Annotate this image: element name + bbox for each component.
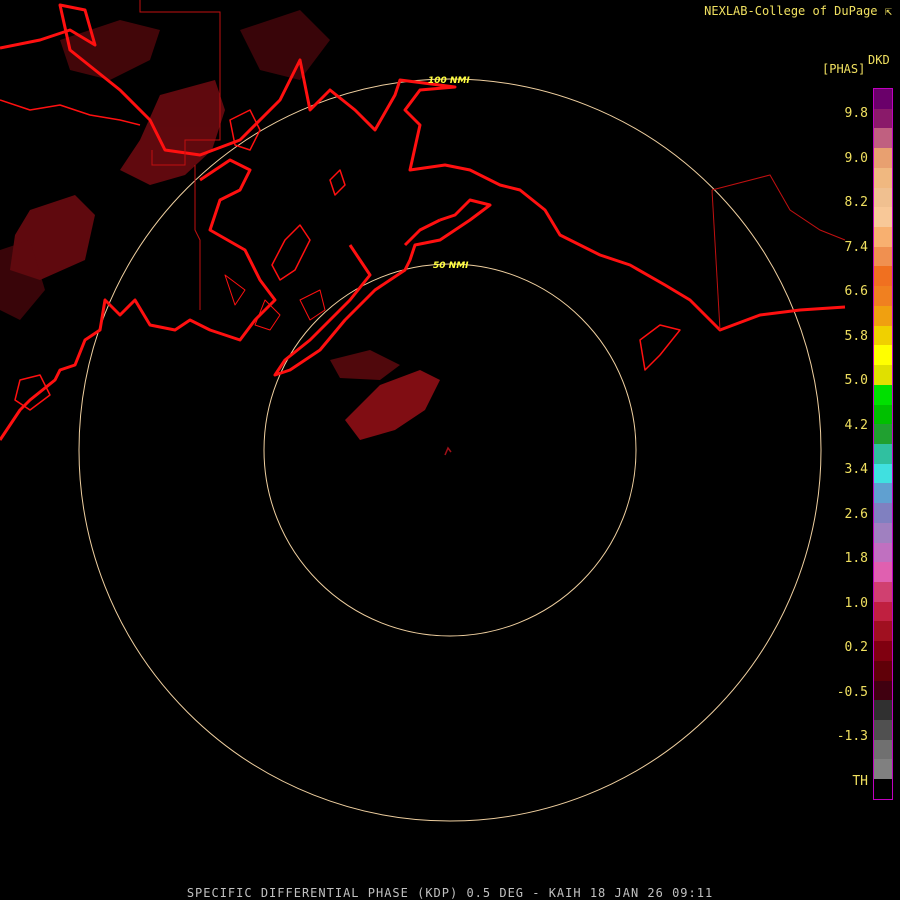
legend-swatch bbox=[874, 305, 892, 326]
legend-swatch bbox=[874, 443, 892, 464]
legend-tick-label: 5.8 bbox=[844, 328, 868, 344]
legend-swatch bbox=[874, 562, 892, 582]
credit-label: NEXLAB-College of DuPage ⇱ bbox=[704, 4, 892, 18]
legend-tick-label: 7.4 bbox=[844, 239, 868, 255]
legend-tick-label: 9.0 bbox=[844, 150, 868, 166]
echo-speckle bbox=[330, 350, 440, 440]
legend-swatch bbox=[874, 522, 892, 543]
legend-tick-label: 1.8 bbox=[844, 551, 868, 566]
legend-swatch bbox=[874, 187, 892, 208]
legend-swatch bbox=[874, 89, 892, 109]
legend-swatch bbox=[874, 384, 892, 405]
product-caption: SPECIFIC DIFFERENTIAL PHASE (KDP) 0.5 DE… bbox=[186, 886, 714, 900]
legend-swatch bbox=[874, 581, 892, 602]
legend-tick-label: 1.0 bbox=[844, 595, 868, 611]
range-ring-label-100: 100 NMI bbox=[428, 76, 470, 86]
product-code-label: DKD bbox=[868, 53, 890, 67]
legend-tick-label: 0.2 bbox=[844, 640, 868, 655]
legend-tick-label: -1.3 bbox=[836, 729, 868, 744]
legend-tick-label: -0.5 bbox=[836, 684, 868, 700]
credit-text: NEXLAB-College of DuPage bbox=[704, 4, 878, 18]
legend-swatch bbox=[874, 542, 892, 563]
radar-map: 100 NMI 50 NMI bbox=[0, 0, 846, 822]
legend-tick-label: 5.0 bbox=[844, 373, 868, 388]
legend-swatch bbox=[874, 266, 892, 287]
legend-swatch bbox=[874, 503, 892, 523]
legend-swatch bbox=[874, 700, 892, 720]
legend-swatch bbox=[874, 365, 892, 385]
legend-swatch bbox=[874, 680, 892, 701]
legend-swatch bbox=[874, 463, 892, 484]
legend-swatch bbox=[874, 621, 892, 642]
legend-swatch bbox=[874, 404, 892, 425]
legend-swatch bbox=[874, 720, 892, 740]
legend-swatch bbox=[874, 660, 892, 681]
legend-swatch bbox=[874, 759, 892, 780]
legend-swatch bbox=[874, 601, 892, 622]
legend-tick-label: 6.6 bbox=[844, 284, 868, 299]
legend-swatch bbox=[874, 108, 892, 129]
legend-tick-label: 8.2 bbox=[844, 195, 868, 210]
legend-swatch bbox=[874, 641, 892, 661]
radar-site-marker bbox=[444, 446, 452, 456]
legend-tick-label: 2.6 bbox=[844, 506, 868, 522]
legend-swatch bbox=[874, 128, 892, 149]
legend-swatch bbox=[874, 779, 892, 799]
legend-swatch bbox=[874, 345, 892, 366]
legend-swatch bbox=[874, 167, 892, 188]
legend-swatch bbox=[874, 424, 892, 444]
legend-swatch bbox=[874, 483, 892, 504]
legend-tick-label: 9.8 bbox=[844, 106, 868, 121]
corner-arrow-icon: ⇱ bbox=[884, 4, 892, 18]
legend-swatch bbox=[874, 286, 892, 306]
legend-swatch bbox=[874, 739, 892, 760]
unit-label: [PHAS] bbox=[822, 62, 866, 76]
legend-swatch bbox=[874, 207, 892, 228]
boundary-lines bbox=[139, 0, 846, 331]
legend-tick-label: TH bbox=[852, 773, 868, 789]
legend-tick-label: 4.2 bbox=[844, 417, 868, 433]
legend-swatch bbox=[874, 148, 892, 168]
legend-swatch bbox=[874, 246, 892, 267]
color-legend-bar bbox=[873, 88, 893, 800]
legend-swatch bbox=[874, 325, 892, 346]
range-ring-label-50: 50 NMI bbox=[433, 261, 469, 271]
legend-swatch bbox=[874, 227, 892, 247]
legend-tick-label: 3.4 bbox=[844, 462, 868, 477]
